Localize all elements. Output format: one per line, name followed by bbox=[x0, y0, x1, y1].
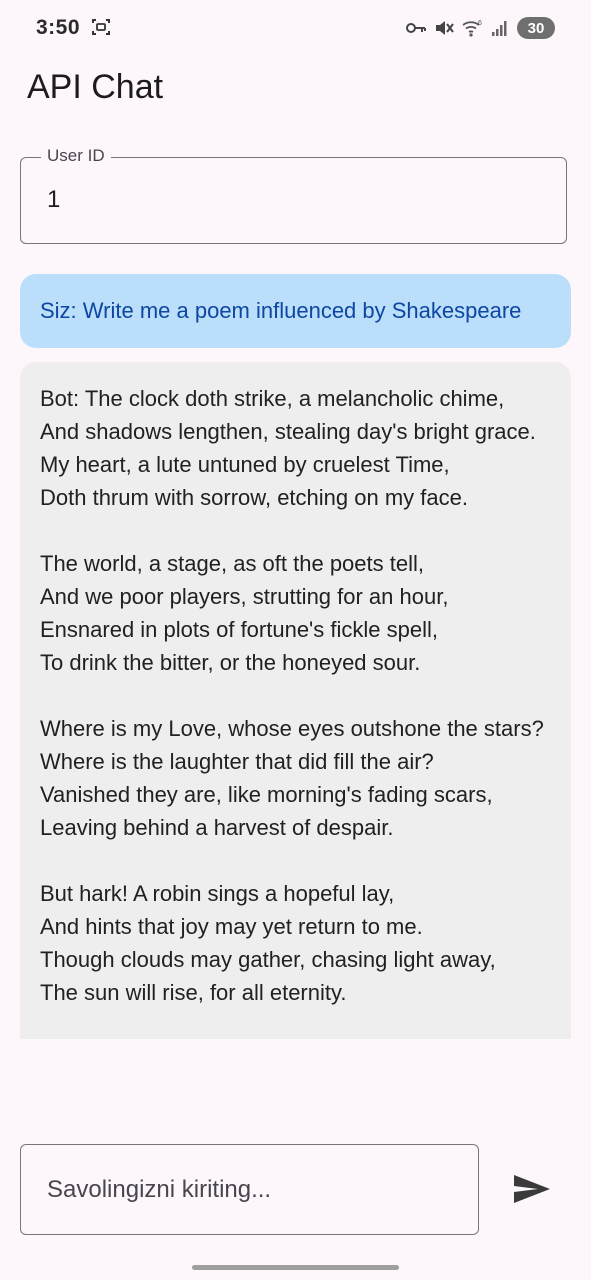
signal-icon bbox=[492, 21, 507, 36]
chat-message-list[interactable]: Siz: Write me a poem influenced by Shake… bbox=[20, 274, 571, 1124]
user-id-label: User ID bbox=[41, 146, 111, 166]
key-icon bbox=[406, 23, 426, 33]
send-icon bbox=[514, 1175, 550, 1203]
message-input[interactable] bbox=[21, 1145, 478, 1234]
user-id-value[interactable]: 1 bbox=[47, 186, 60, 214]
send-button[interactable] bbox=[506, 1166, 556, 1212]
bot-message-bubble: Bot: The clock doth strike, a melancholi… bbox=[20, 362, 571, 1039]
home-indicator[interactable] bbox=[192, 1265, 399, 1270]
status-bar: 3:50 6 30 bbox=[0, 0, 591, 56]
svg-text:6: 6 bbox=[478, 20, 482, 27]
mute-icon bbox=[436, 21, 454, 35]
message-input-field[interactable] bbox=[20, 1144, 479, 1235]
screenshot-icon bbox=[92, 19, 110, 35]
battery-indicator: 30 bbox=[517, 17, 555, 39]
status-icons: 6 30 bbox=[405, 16, 555, 40]
status-time: 3:50 bbox=[36, 16, 81, 39]
user-message-bubble: Siz: Write me a poem influenced by Shake… bbox=[20, 274, 571, 348]
wifi-icon: 6 bbox=[462, 20, 482, 37]
user-id-field[interactable]: User ID 1 bbox=[20, 146, 567, 244]
app-screen: 3:50 6 30 API Chat User ID 1 Siz: Write … bbox=[0, 0, 591, 1280]
app-title: API Chat bbox=[27, 68, 164, 106]
